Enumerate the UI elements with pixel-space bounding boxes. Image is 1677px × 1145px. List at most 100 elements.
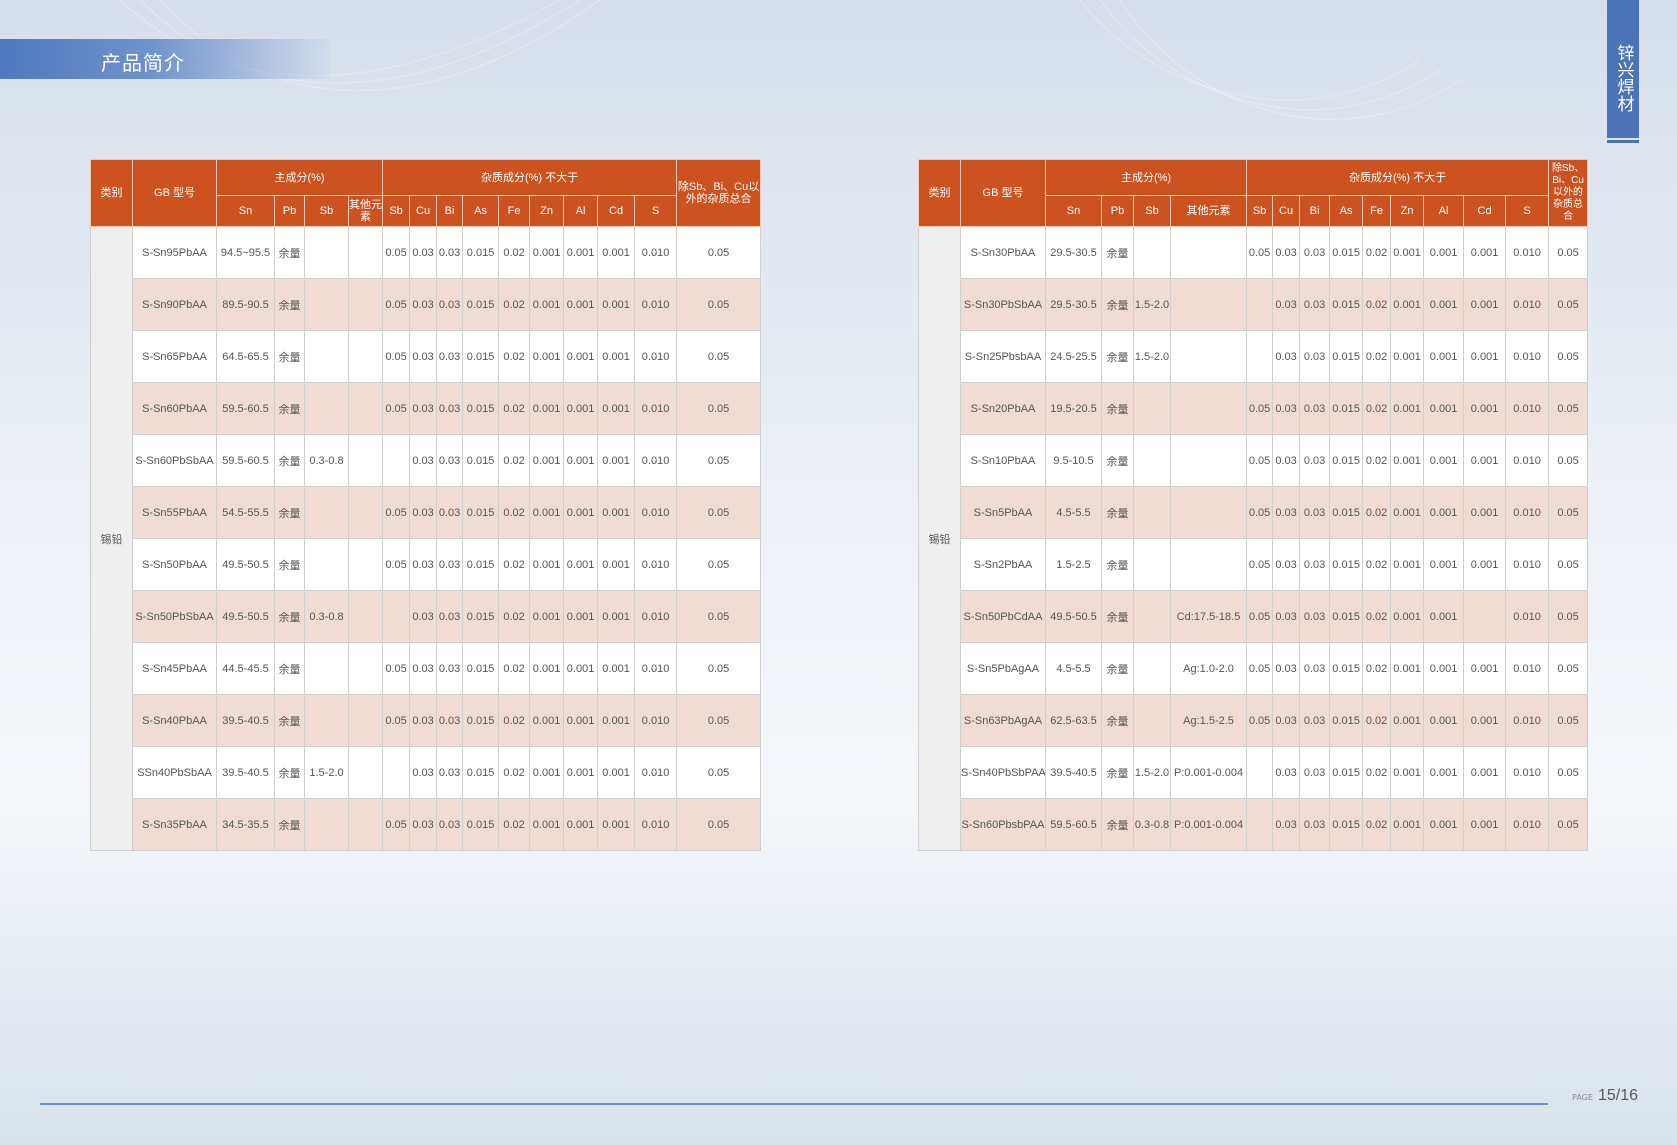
table-cell: 0.03 bbox=[436, 382, 464, 435]
table-cell: 0.015 bbox=[1329, 434, 1364, 487]
table-cell: 0.03 bbox=[1299, 434, 1331, 487]
table-row: S-Sn60PbAA 59.5-60.5 余量 0.05 0.03 0.03 0.015 0.… bbox=[91, 382, 762, 435]
table-cell bbox=[304, 538, 349, 591]
table-cell: 0.03 bbox=[1299, 746, 1331, 799]
model-cell: S-Sn95PbAA bbox=[132, 226, 217, 279]
table-cell: 0.001 bbox=[597, 434, 636, 487]
table-cell: 0.001 bbox=[597, 798, 636, 851]
table-cell: 0.010 bbox=[634, 382, 678, 435]
table-cell: 0.001 bbox=[529, 590, 565, 643]
table-cell: 0.05 bbox=[1548, 694, 1589, 747]
table-cell: 0.03 bbox=[436, 746, 464, 799]
table-cell: 0.001 bbox=[1423, 486, 1465, 539]
table-cell: 0.001 bbox=[1390, 590, 1425, 643]
table-cell: 0.001 bbox=[529, 694, 565, 747]
table-cell: 0.010 bbox=[1505, 590, 1550, 643]
table-cell bbox=[1133, 590, 1171, 643]
table-row: S-Sn50PbAA 49.5-50.5 余量 0.05 0.03 0.03 0.015 0.… bbox=[91, 538, 762, 591]
table-cell: 49.5-50.5 bbox=[1045, 590, 1102, 643]
table-cell: 0.05 bbox=[676, 330, 762, 383]
table-cell: 0.001 bbox=[597, 382, 636, 435]
table-cell: 0.001 bbox=[563, 642, 599, 695]
col-sb: Sb bbox=[1133, 195, 1171, 227]
table-cell: 0.001 bbox=[1463, 486, 1507, 539]
table-cell: 0.015 bbox=[462, 694, 500, 747]
table-cell: 0.02 bbox=[498, 538, 531, 591]
table-cell bbox=[1169, 538, 1248, 591]
table-row: S-Sn50PbCdAA 49.5-50.5 余量 Cd:17.5-18.5 0.05 0… bbox=[919, 590, 1589, 643]
table-cell: 0.05 bbox=[382, 798, 411, 851]
table-cell: 0.03 bbox=[409, 694, 438, 747]
table-cell bbox=[1133, 694, 1171, 747]
table-cell: 0.010 bbox=[1505, 382, 1550, 435]
table-cell bbox=[1246, 330, 1274, 383]
table-cell: 0.001 bbox=[529, 642, 565, 695]
table-cell: 0.001 bbox=[563, 746, 599, 799]
table-cell: 0.03 bbox=[436, 226, 464, 279]
table-cell bbox=[382, 746, 411, 799]
table-cell: 54.5-55.5 bbox=[216, 486, 275, 539]
brand-underline bbox=[1607, 140, 1639, 143]
table-cell: 0.05 bbox=[382, 278, 411, 331]
table-cell: 余量 bbox=[1101, 330, 1134, 383]
col-imp-cd: Cd bbox=[597, 195, 636, 227]
table-cell: 0.015 bbox=[1329, 694, 1364, 747]
table-cell bbox=[347, 642, 384, 695]
table-cell: 0.05 bbox=[676, 434, 762, 487]
table-cell: 0.015 bbox=[1329, 486, 1364, 539]
col-imp-bi: Bi bbox=[1299, 195, 1331, 227]
table-cell: 0.05 bbox=[676, 694, 762, 747]
model-cell: S-Sn10PbAA bbox=[960, 434, 1046, 487]
table-cell bbox=[1169, 226, 1248, 279]
table-cell: 0.02 bbox=[498, 226, 531, 279]
table-cell: 0.3-0.8 bbox=[304, 590, 349, 643]
table-cell: 0.03 bbox=[409, 226, 438, 279]
table-cell: 0.001 bbox=[1423, 642, 1465, 695]
col-imp-al: Al bbox=[563, 195, 599, 227]
table-cell bbox=[382, 434, 411, 487]
table-row: S-Sn25PbsbAA 24.5-25.5 余量 1.5-2.0 0.03 0.03 0.… bbox=[919, 330, 1589, 383]
table-cell: 0.05 bbox=[676, 226, 762, 279]
table-cell: 0.05 bbox=[1246, 538, 1274, 591]
table-cell: 0.001 bbox=[1463, 694, 1507, 747]
table-cell: 0.001 bbox=[597, 486, 636, 539]
table-cell: 0.03 bbox=[1299, 538, 1331, 591]
table-cell bbox=[347, 434, 384, 487]
table-cell: 39.5-40.5 bbox=[216, 746, 275, 799]
col-imp-al: Al bbox=[1423, 195, 1465, 227]
page-title: 产品简介 bbox=[101, 51, 185, 75]
table-cell: 0.001 bbox=[1423, 330, 1465, 383]
table-cell: 0.010 bbox=[634, 278, 678, 331]
table-cell bbox=[1463, 590, 1507, 643]
table-cell: 39.5-40.5 bbox=[1045, 746, 1102, 799]
col-imp-fe: Fe bbox=[498, 195, 531, 227]
table-cell: 0.001 bbox=[597, 694, 636, 747]
table-cell: 0.015 bbox=[462, 642, 500, 695]
table-cell: 1.5-2.0 bbox=[1133, 746, 1171, 799]
table-cell: 0.03 bbox=[436, 694, 464, 747]
table-cell: 0.010 bbox=[634, 642, 678, 695]
table-cell: P:0.001-0.004 bbox=[1169, 798, 1248, 851]
table-cell: 0.02 bbox=[1362, 278, 1392, 331]
table-cell bbox=[304, 694, 349, 747]
table-cell: 0.3-0.8 bbox=[304, 434, 349, 487]
table-cell: 余量 bbox=[1101, 694, 1134, 747]
header-category: 类别 bbox=[90, 159, 133, 227]
table-cell: 余量 bbox=[1101, 538, 1134, 591]
table-cell bbox=[304, 226, 349, 279]
table-cell: 1.5-2.0 bbox=[304, 746, 349, 799]
model-cell: S-Sn25PbsbAA bbox=[960, 330, 1046, 383]
table-cell: 29.5-30.5 bbox=[1045, 226, 1102, 279]
table-cell: 0.03 bbox=[409, 434, 438, 487]
model-cell: S-Sn30PbAA bbox=[960, 226, 1046, 279]
col-pb: Pb bbox=[1101, 195, 1134, 227]
model-cell: S-Sn90PbAA bbox=[132, 278, 217, 331]
table-cell: 0.03 bbox=[436, 486, 464, 539]
table-cell: 0.015 bbox=[462, 226, 500, 279]
table-cell bbox=[1169, 278, 1248, 331]
table-cell: 0.001 bbox=[1423, 382, 1465, 435]
table-cell: 0.001 bbox=[597, 590, 636, 643]
table-cell: 0.001 bbox=[529, 746, 565, 799]
table-cell: 0.05 bbox=[1548, 330, 1589, 383]
table-cell: 0.03 bbox=[1272, 330, 1301, 383]
